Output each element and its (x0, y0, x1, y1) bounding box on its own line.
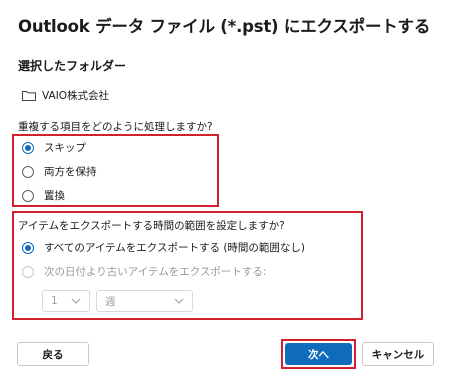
radio-button-skip[interactable] (22, 141, 34, 154)
duplicates-question: 重複する項目をどのように処理しますか? (18, 121, 213, 133)
radio-label-export-all: すべてのアイテムをエクスポートする (時間の範囲なし) (44, 242, 306, 254)
selected-folder-row: VAIO株式会社 (22, 88, 109, 103)
radio-skip[interactable]: スキップ (22, 140, 86, 155)
dialog-title: Outlook データ ファイル (*.pst) にエクスポートする (18, 17, 431, 36)
folder-name: VAIO株式会社 (42, 90, 110, 102)
selected-folder-heading: 選択したフォルダー (18, 59, 127, 73)
back-button[interactable]: 戻る (17, 342, 89, 366)
chevron-down-icon (71, 298, 81, 304)
chevron-down-icon (174, 298, 184, 304)
next-button[interactable]: 次へ (285, 343, 352, 365)
radio-export-all[interactable]: すべてのアイテムをエクスポートする (時間の範囲なし) (22, 240, 305, 255)
radio-button-keep-both[interactable] (22, 165, 34, 178)
radio-button-export-older[interactable] (22, 265, 34, 278)
radio-button-replace[interactable] (22, 189, 34, 202)
folder-icon (22, 91, 36, 101)
unit-dropdown-value: 週 (105, 295, 116, 308)
radio-label-keep-both: 両方を保持 (44, 166, 97, 178)
radio-label-replace: 置換 (44, 190, 65, 202)
cancel-button[interactable]: キャンセル (362, 342, 434, 366)
radio-label-skip: スキップ (44, 142, 86, 154)
amount-dropdown[interactable]: 1 (42, 290, 90, 312)
amount-dropdown-value: 1 (51, 295, 58, 307)
radio-label-export-older: 次の日付より古いアイテムをエクスポートする: (44, 266, 267, 278)
radio-button-export-all[interactable] (22, 241, 34, 254)
time-range-question: アイテムをエクスポートする時間の範囲を設定しますか? (18, 220, 285, 232)
radio-replace[interactable]: 置換 (22, 188, 65, 203)
unit-dropdown[interactable]: 週 (96, 290, 193, 312)
radio-export-older[interactable]: 次の日付より古いアイテムをエクスポートする: (22, 264, 266, 279)
radio-keep-both[interactable]: 両方を保持 (22, 164, 97, 179)
